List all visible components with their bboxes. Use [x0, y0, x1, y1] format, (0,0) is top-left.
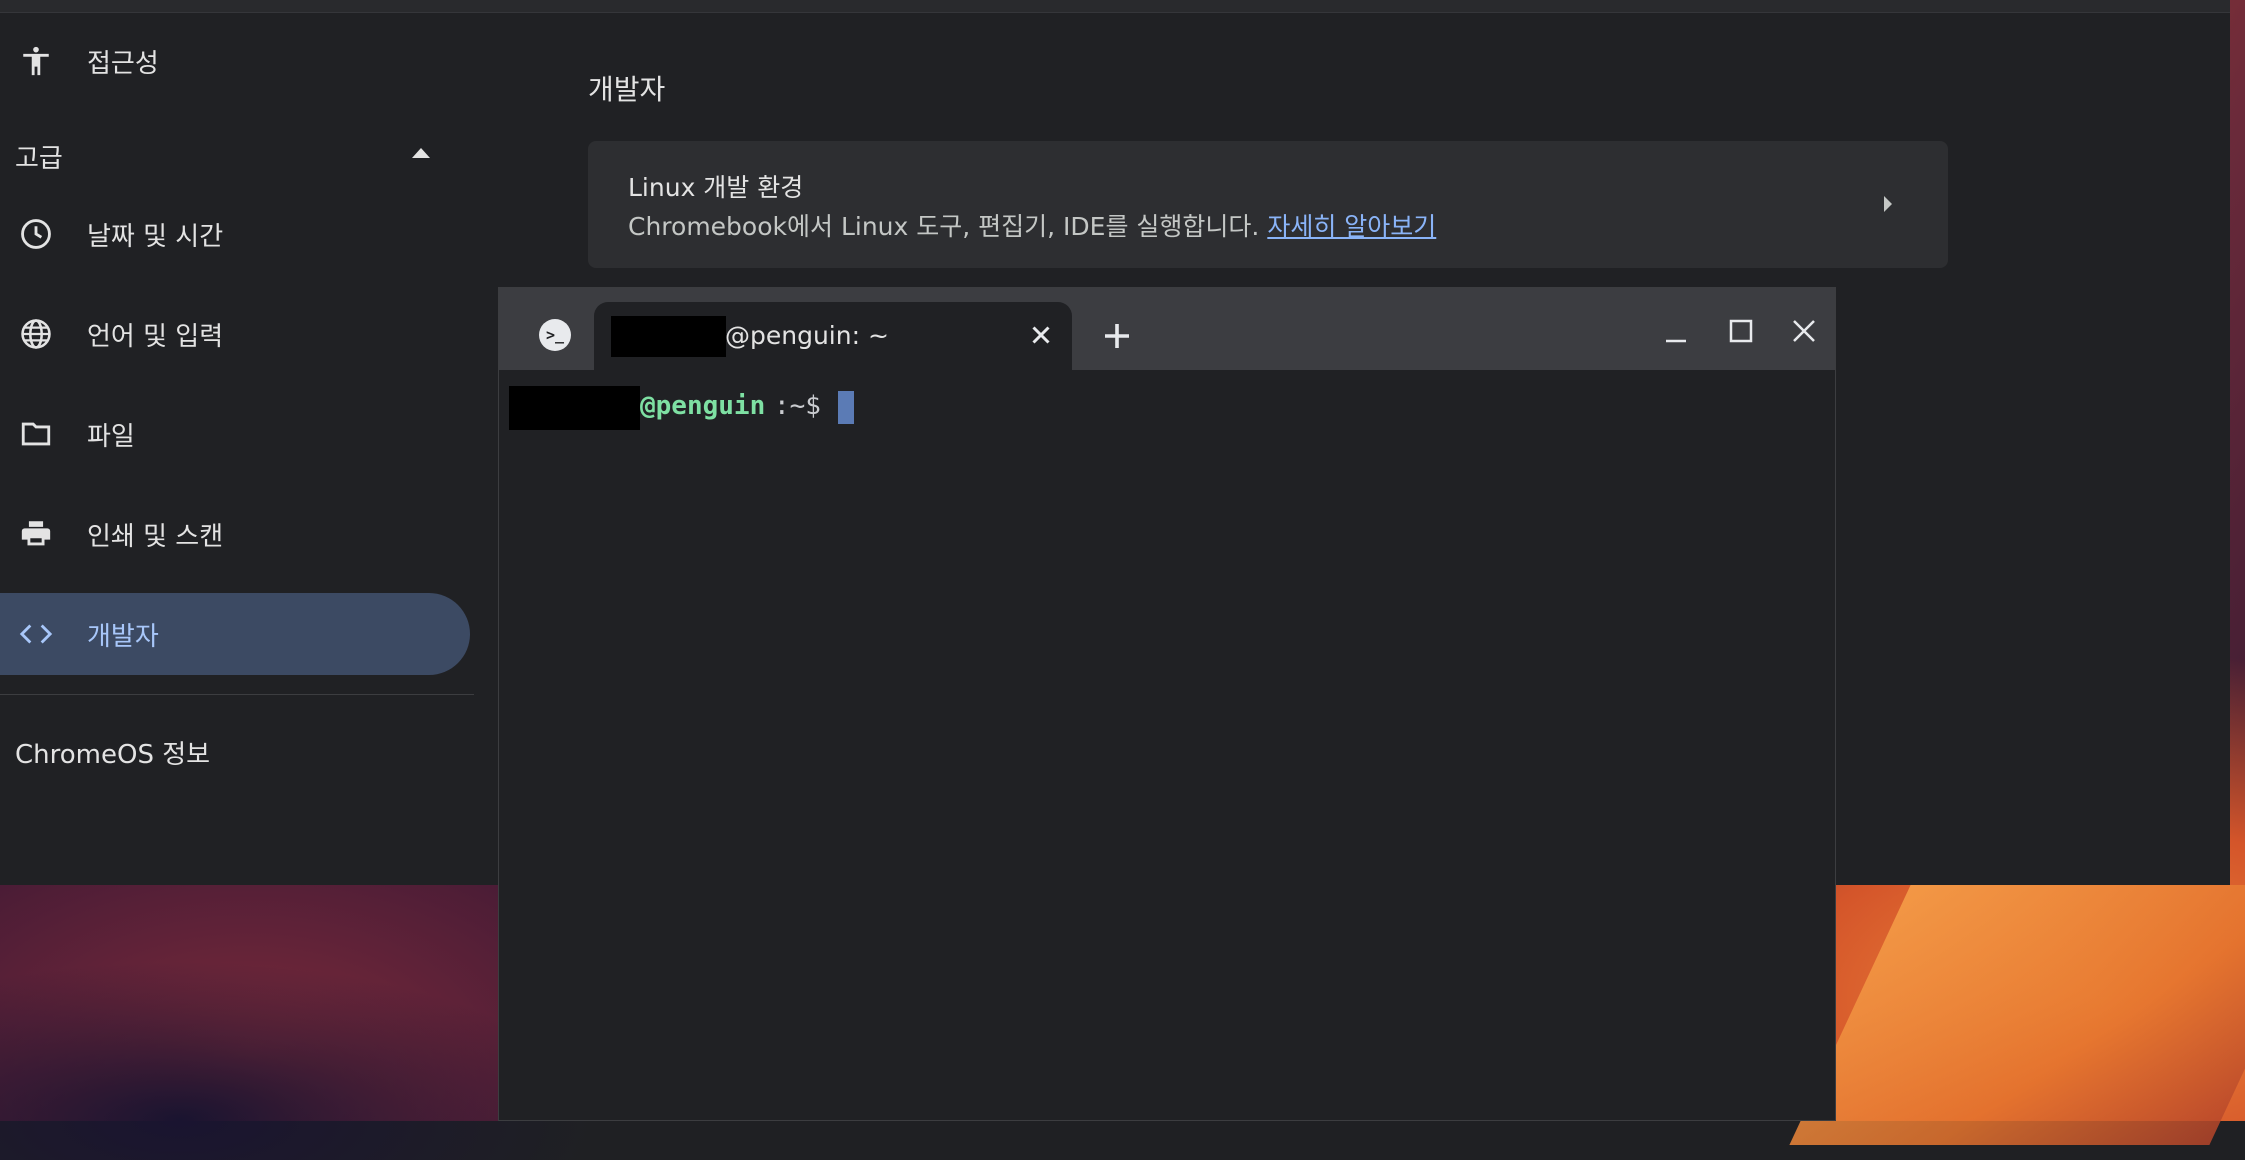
sidebar-item-print-scan[interactable]: 인쇄 및 스캔 — [0, 493, 470, 575]
terminal-window: >_ @penguin: ~ @penguin :~$ — [498, 287, 1836, 1121]
settings-top-bar — [0, 0, 2230, 13]
globe-icon — [18, 316, 54, 352]
printer-icon — [18, 516, 54, 552]
maximize-icon[interactable] — [1726, 316, 1756, 346]
sidebar-divider — [0, 694, 474, 695]
prompt-host: @penguin — [640, 391, 766, 421]
sidebar-item-label: 인쇄 및 스캔 — [87, 521, 224, 552]
terminal-output[interactable]: @penguin :~$ — [499, 370, 1835, 1120]
terminal-tab[interactable]: @penguin: ~ — [594, 302, 1072, 370]
redacted-username — [611, 316, 726, 357]
sidebar-item-language[interactable]: 언어 및 입력 — [0, 293, 470, 375]
sidebar-item-label: 파일 — [87, 421, 135, 452]
sidebar-item-label: 개발자 — [87, 621, 159, 652]
sidebar-item-label: 언어 및 입력 — [87, 321, 224, 352]
close-window-icon[interactable] — [1789, 316, 1819, 346]
linux-card-description: Chromebook에서 Linux 도구, 편집기, IDE를 실행합니다. … — [628, 207, 1436, 243]
redacted-username — [509, 386, 640, 430]
sidebar-item-developer[interactable]: 개발자 — [0, 593, 470, 675]
sidebar-item-label: 날짜 및 시간 — [87, 221, 224, 252]
linux-card-description-text: Chromebook에서 Linux 도구, 편집기, IDE를 실행합니다. — [628, 212, 1260, 241]
linux-dev-env-card[interactable]: Linux 개발 환경 Chromebook에서 Linux 도구, 편집기, … — [588, 141, 1948, 268]
sidebar-item-files[interactable]: 파일 — [0, 393, 470, 475]
sidebar-item-label: 접근성 — [87, 48, 159, 79]
page-title: 개발자 — [588, 73, 666, 106]
chevron-up-icon[interactable] — [412, 148, 430, 158]
linux-card-title: Linux 개발 환경 — [628, 173, 804, 202]
sidebar-item-date-time[interactable]: 날짜 및 시간 — [0, 193, 470, 275]
accessibility-icon — [18, 43, 54, 79]
clock-icon — [18, 216, 54, 252]
chevron-right-icon — [1884, 196, 1892, 212]
terminal-title-bar[interactable]: >_ @penguin: ~ — [499, 288, 1835, 370]
sidebar-item-accessibility[interactable]: 접근성 — [0, 20, 470, 102]
advanced-section-toggle[interactable]: 고급 — [15, 138, 435, 178]
terminal-app-icon[interactable]: >_ — [539, 319, 571, 351]
new-tab-plus-icon[interactable] — [1099, 318, 1135, 354]
tab-title: @penguin: ~ — [725, 321, 889, 350]
close-tab-icon[interactable] — [1026, 320, 1056, 350]
sidebar-item-about-chromeos[interactable]: ChromeOS 정보 — [15, 734, 210, 771]
folder-icon — [18, 416, 54, 452]
learn-more-link[interactable]: 자세히 알아보기 — [1267, 212, 1436, 241]
advanced-label: 고급 — [15, 144, 63, 174]
prompt-path: :~$ — [774, 391, 821, 421]
code-icon — [18, 616, 54, 652]
text-cursor — [838, 391, 854, 424]
minimize-icon[interactable] — [1661, 316, 1691, 346]
